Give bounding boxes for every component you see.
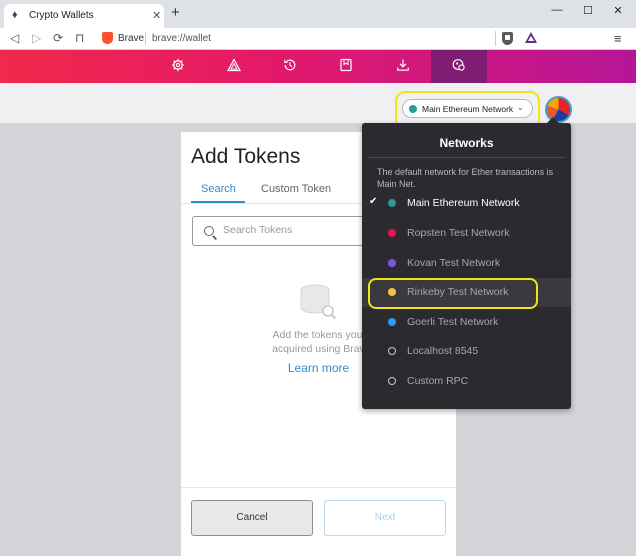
coins-stack-icon [300,284,337,320]
new-tab-button[interactable]: + [171,5,180,20]
downloads-icon [397,59,409,71]
ethereum-favicon-icon: ♦ [12,9,18,21]
bookmark-icon[interactable]: ⊓ [75,31,84,45]
cancel-button[interactable]: Cancel [191,500,313,536]
network-item-goerli[interactable]: Goerli Test Network [362,308,571,337]
browser-titlebar: ♦ Crypto Wallets ✕ + — ☐ ✕ [0,0,636,28]
minimize-button[interactable]: — [547,4,567,16]
network-item-label: Localhost 8545 [407,345,479,357]
wallet-nav-bar [0,50,636,83]
modal-title: Add Tokens [191,145,301,168]
rewards-triangle-icon [227,58,241,72]
omnibox-brand: Brave [118,33,145,44]
brave-lion-icon [102,32,113,44]
back-icon[interactable]: ◁ [10,31,19,45]
forward-icon[interactable]: ▷ [32,31,41,45]
network-dot-icon [388,199,396,207]
browser-tab[interactable]: ♦ Crypto Wallets ✕ [4,4,164,28]
network-item-label: Custom RPC [407,375,469,387]
settings-icon [171,58,185,72]
network-item-label: Kovan Test Network [407,257,501,269]
reload-icon[interactable]: ⟳ [53,31,63,45]
nav-rewards[interactable] [206,50,262,83]
bookmarks-icon [340,58,352,72]
dropdown-description: The default network for Ether transactio… [377,167,554,189]
network-ring-icon [388,347,396,355]
tab-search[interactable]: Search [201,183,236,195]
omnibox-separator [145,32,146,45]
network-item-main[interactable]: ✔ Main Ethereum Network [362,189,571,218]
nav-settings[interactable] [150,50,206,83]
brave-shields-icon[interactable] [502,32,513,45]
network-item-kovan[interactable]: Kovan Test Network [362,249,571,278]
menu-icon[interactable]: ≡ [614,31,622,46]
network-item-label: Ropsten Test Network [407,227,510,239]
networks-dropdown: Networks The default network for Ether t… [362,117,571,409]
search-icon [204,226,214,236]
close-window-button[interactable]: ✕ [608,4,628,17]
nav-downloads[interactable] [375,50,431,83]
network-dot-icon [388,318,396,326]
next-button[interactable]: Next [324,500,446,536]
tab-close-icon[interactable]: ✕ [152,9,161,22]
browser-toolbar: ◁ ▷ ⟳ ⊓ Brave brave://wallet ≡ [0,28,636,50]
nav-history[interactable] [262,50,318,83]
tab-title: Crypto Wallets [29,10,94,21]
modal-footer: Cancel Next [181,487,456,556]
checkmark-icon: ✔ [369,196,378,207]
dropdown-title: Networks [439,136,494,150]
dropdown-divider [368,157,565,158]
wallet-header-strip [0,83,636,123]
network-dot-icon [388,229,396,237]
network-item-localhost[interactable]: Localhost 8545 [362,337,571,366]
history-icon [284,59,296,71]
brave-rewards-icon[interactable] [525,32,537,43]
tab-custom-token[interactable]: Custom Token [261,183,331,195]
network-item-label: Main Ethereum Network [407,197,520,209]
omnibox-url[interactable]: brave://wallet [152,33,211,44]
network-item-label: Goerli Test Network [407,316,499,328]
network-dot-icon [388,259,396,267]
network-ring-icon [388,377,396,385]
network-item-custom-rpc[interactable]: Custom RPC [362,367,571,396]
nav-bookmarks[interactable] [318,50,374,83]
wallet-icon [452,59,465,71]
address-bar[interactable]: Brave brave://wallet [96,29,496,48]
maximize-button[interactable]: ☐ [578,4,598,17]
toolbar-divider [495,31,496,46]
nav-wallet[interactable] [431,50,487,83]
rinkeby-annotation [368,278,538,309]
network-item-ropsten[interactable]: Ropsten Test Network [362,219,571,248]
